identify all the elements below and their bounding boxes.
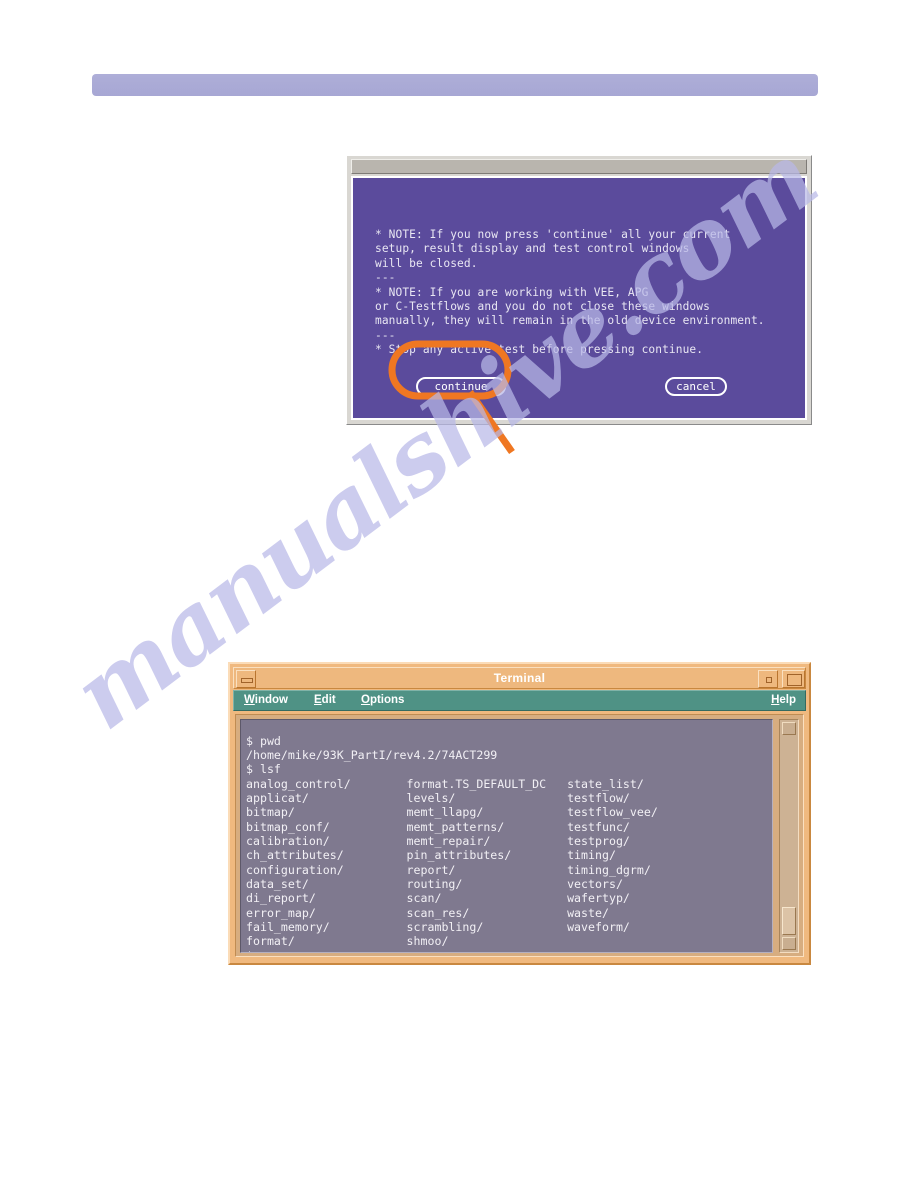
menu-window-rest: indow	[254, 694, 288, 706]
cancel-button[interactable]: cancel	[665, 377, 727, 396]
terminal-screen[interactable]: $ pwd /home/mike/93K_PartI/rev4.2/74ACT2…	[240, 719, 773, 953]
menu-options-rest: ptions	[369, 694, 405, 706]
menu-item-help[interactable]: Help	[771, 694, 796, 706]
terminal-scrollbar[interactable]	[779, 719, 799, 953]
minimize-icon	[241, 678, 253, 683]
scroll-up-arrow-icon[interactable]	[782, 722, 796, 735]
terminal-screen-frame: $ pwd /home/mike/93K_PartI/rev4.2/74ACT2…	[235, 714, 804, 957]
menu-edit-mnemonic: E	[314, 694, 322, 706]
restore-icon	[766, 677, 772, 683]
scroll-down-arrow-icon[interactable]	[782, 937, 796, 950]
page-header-bar	[92, 74, 818, 96]
menu-item-window[interactable]: Window	[244, 694, 288, 706]
menu-item-options[interactable]: Options	[361, 694, 404, 706]
minimize-button[interactable]	[236, 670, 256, 688]
menu-options-mnemonic: O	[361, 694, 370, 706]
menu-help-rest: elp	[779, 694, 796, 706]
menu-edit-rest: dit	[321, 694, 336, 706]
terminal-window: Terminal Window Edit Options Help $ pwd …	[228, 662, 811, 965]
maximize-icon	[787, 674, 802, 686]
restore-button[interactable]	[758, 670, 778, 688]
terminal-menubar: Window Edit Options Help	[233, 690, 806, 711]
dialog-body: * NOTE: If you now press 'continue' all …	[351, 176, 807, 420]
menu-window-mnemonic: W	[244, 694, 255, 706]
terminal-output-text: $ pwd /home/mike/93K_PartI/rev4.2/74ACT2…	[246, 733, 658, 952]
terminal-title-text: Terminal	[493, 671, 546, 685]
scrollbar-thumb[interactable]	[782, 907, 796, 935]
menu-item-edit[interactable]: Edit	[314, 694, 336, 706]
maximize-button[interactable]	[782, 670, 805, 688]
confirmation-dialog-window: * NOTE: If you now press 'continue' all …	[346, 155, 812, 425]
continue-button[interactable]: continue	[416, 377, 506, 396]
dialog-message-text: * NOTE: If you now press 'continue' all …	[375, 228, 765, 357]
terminal-titlebar[interactable]: Terminal	[233, 667, 806, 689]
dialog-titlebar[interactable]	[351, 159, 807, 174]
